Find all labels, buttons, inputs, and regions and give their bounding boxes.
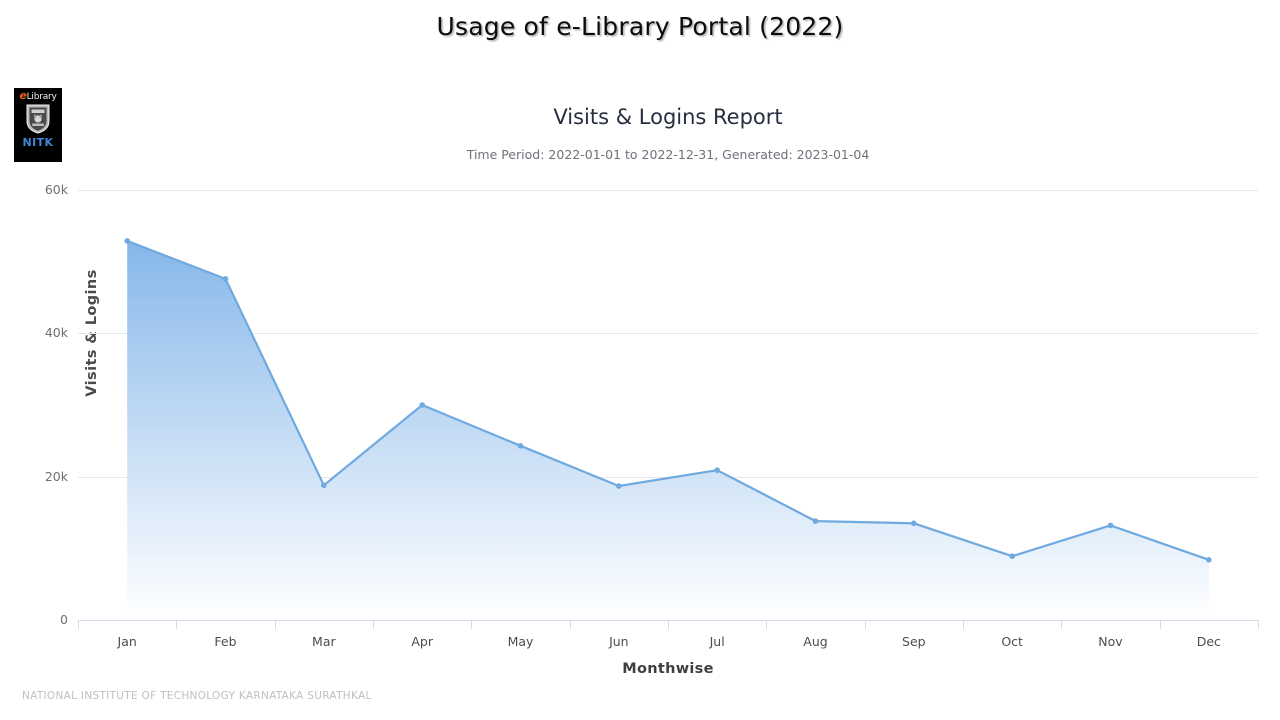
logo-letter-e: e [19, 89, 27, 102]
chart-title: Visits & Logins Report [553, 105, 783, 129]
crest-emblem-icon [26, 104, 50, 134]
logo-word-library: Library [26, 92, 57, 102]
series-area-fill [127, 240, 1209, 620]
series-area-svg [124, 238, 1212, 620]
x-axis-category-label: Nov [1098, 634, 1123, 649]
x-axis-tickmark [1258, 620, 1259, 629]
x-axis-tickmark [766, 620, 768, 629]
x-axis-category-label: Sep [902, 634, 926, 649]
elibrary-nitk-logo: eLibrary NITK [14, 88, 62, 162]
y-axis-tick-label: 20k [44, 468, 68, 484]
x-axis-tickmark [668, 620, 669, 629]
data-point-marker[interactable] [222, 276, 229, 282]
y-axis-tick-label: 0 [60, 612, 68, 627]
page-title: Usage of e-Library Portal (2022) [436, 12, 844, 41]
x-axis-category-label: May [507, 634, 534, 649]
data-point-marker[interactable] [1107, 522, 1114, 529]
x-axis-tickmark [471, 620, 473, 629]
data-point-marker[interactable] [812, 518, 819, 524]
x-axis-category-label: Feb [214, 634, 237, 649]
x-axis-category-label: Oct [1001, 634, 1023, 649]
x-axis-tickmark [78, 620, 79, 629]
data-point-marker[interactable] [124, 238, 130, 244]
y-axis-tick-labels: 0 20k 40k 60k [0, 182, 68, 627]
x-axis-tickmark [176, 620, 178, 629]
data-point-marker[interactable] [616, 483, 622, 489]
data-point-marker[interactable] [419, 402, 426, 408]
logo-institute-short: NITK [22, 136, 54, 149]
data-point-marker[interactable] [714, 467, 720, 474]
data-point-marker[interactable] [321, 482, 327, 489]
x-axis-tickmark [569, 620, 571, 629]
x-axis-tickmark [963, 620, 964, 629]
data-point-marker[interactable] [1009, 553, 1015, 559]
data-point-marker[interactable] [1206, 557, 1212, 563]
y-axis-tick-label: 40k [44, 325, 68, 341]
x-axis-tickmark [1159, 620, 1161, 629]
area-chart-plot[interactable] [78, 190, 1258, 620]
x-axis-category-label: Jun [609, 634, 629, 649]
y-axis-tick-label: 60k [44, 182, 68, 197]
x-axis-tickmark [373, 620, 374, 629]
data-point-marker[interactable] [911, 520, 917, 527]
x-axis-title: Monthwise [622, 661, 714, 677]
x-axis-tickmark [274, 620, 276, 629]
x-axis-category-label: Dec [1196, 634, 1221, 649]
chart-subtitle: Time Period: 2022-01-01 to 2022-12-31, G… [466, 147, 870, 162]
x-axis-category-label: Jul [709, 634, 725, 649]
chart-screenshot: Usage of e-Library Portal (2022) eLibrar… [0, 0, 1280, 720]
x-axis-category-label: Jan [117, 634, 137, 649]
x-axis-category-label: Mar [312, 634, 336, 649]
footer-institute-name: NATIONAL INSTITUTE OF TECHNOLOGY KARNATA… [22, 690, 372, 702]
data-point-marker[interactable] [517, 443, 524, 449]
x-axis-tickmark [1061, 620, 1063, 629]
x-axis-category-label: Apr [411, 634, 433, 649]
x-axis-category-label: Aug [803, 634, 828, 649]
x-axis-tickmark [864, 620, 866, 629]
logo-wordmark: eLibrary [19, 89, 57, 102]
